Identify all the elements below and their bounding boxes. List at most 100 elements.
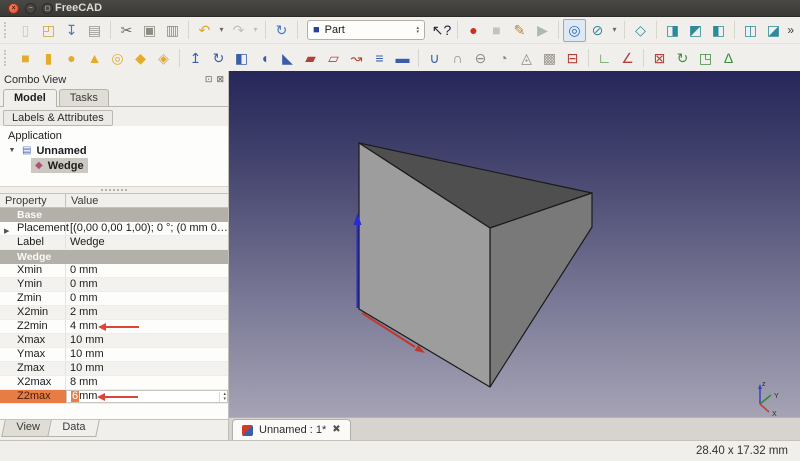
clear-measurement-icon[interactable]: ⊠ bbox=[648, 46, 671, 69]
3d-viewport[interactable]: z Y X bbox=[229, 71, 800, 417]
tree-item-unnamed[interactable]: ▼▤Unnamed bbox=[0, 143, 228, 158]
property-value[interactable]: 8 mm bbox=[66, 376, 228, 389]
tab-model[interactable]: Model bbox=[3, 89, 57, 107]
property-name[interactable]: Z2min bbox=[0, 320, 66, 333]
cone-icon[interactable]: ▲ bbox=[83, 46, 106, 69]
macro-stop-icon[interactable]: ■ bbox=[485, 19, 508, 42]
property-row-placement[interactable]: Placement▶[(0,00 0,00 1,00); 0 °; (0 mm … bbox=[0, 222, 228, 236]
refresh-icon[interactable]: ↻ bbox=[270, 19, 293, 42]
property-value[interactable]: [(0,00 0,00 1,00); 0 °; (0 mm 0 m... bbox=[66, 222, 228, 235]
close-panel-icon[interactable]: ⊠ bbox=[216, 75, 224, 84]
boolean-union-icon[interactable]: ∪ bbox=[423, 46, 446, 69]
property-name[interactable]: Zmin bbox=[0, 292, 66, 305]
box-icon[interactable]: ■ bbox=[14, 46, 37, 69]
property-row-label[interactable]: LabelWedge bbox=[0, 236, 228, 250]
boolean-common-icon[interactable]: ∩ bbox=[446, 46, 469, 69]
extrude-icon[interactable]: ↥ bbox=[184, 46, 207, 69]
workbench-selector[interactable]: ■Part▴▾ bbox=[307, 20, 425, 40]
property-column-header[interactable]: Property bbox=[0, 194, 66, 207]
mirror-icon[interactable]: ◧ bbox=[230, 46, 253, 69]
cross-sections-icon[interactable]: ⊟ bbox=[561, 46, 584, 69]
value-spinner[interactable]: ▴▾ bbox=[219, 392, 226, 402]
whats-this-icon[interactable]: ↖? bbox=[430, 19, 453, 42]
expander-icon[interactable]: ▼ bbox=[6, 147, 18, 154]
property-name[interactable]: Placement▶ bbox=[0, 222, 66, 235]
sweep-icon[interactable]: ↝ bbox=[345, 46, 368, 69]
property-name[interactable]: Zmax bbox=[0, 362, 66, 375]
undo-icon[interactable]: ↶ bbox=[193, 19, 216, 42]
save-icon[interactable]: ↧ bbox=[60, 19, 83, 42]
property-value[interactable]: 10 mm bbox=[66, 348, 228, 361]
boolean-cut-icon[interactable]: ⊖ bbox=[469, 46, 492, 69]
property-row-zmax[interactable]: Zmax10 mm bbox=[0, 362, 228, 376]
property-value[interactable]: 0 mm bbox=[66, 264, 228, 277]
workbench-selector-spinner[interactable]: ▴▾ bbox=[416, 26, 419, 34]
shape-builder-icon[interactable]: ◈ bbox=[152, 46, 175, 69]
create-primitives-icon[interactable]: ◆ bbox=[129, 46, 152, 69]
fillet-icon[interactable]: ◖ bbox=[253, 46, 276, 69]
tree-item-wedge[interactable]: ◆Wedge bbox=[0, 158, 228, 173]
property-name[interactable]: Ymin bbox=[0, 278, 66, 291]
revolve-icon[interactable]: ↻ bbox=[207, 46, 230, 69]
property-row-x2min[interactable]: X2min2 mm bbox=[0, 306, 228, 320]
tab-data-properties[interactable]: Data bbox=[47, 420, 100, 437]
defeaturing-icon[interactable]: ▩ bbox=[538, 46, 561, 69]
ruled-surface-icon[interactable]: ▰ bbox=[299, 46, 322, 69]
macro-edit-icon[interactable]: ✎ bbox=[508, 19, 531, 42]
property-value[interactable]: 0 mm bbox=[66, 292, 228, 305]
cut-icon[interactable]: ✂ bbox=[115, 19, 138, 42]
measure-angular-icon[interactable]: ∠ bbox=[616, 46, 639, 69]
open-document-icon[interactable]: ◰ bbox=[37, 19, 60, 42]
thickness-icon[interactable]: ▬ bbox=[391, 46, 414, 69]
tab-tasks[interactable]: Tasks bbox=[59, 89, 109, 106]
rear-view-icon[interactable]: ◫ bbox=[739, 19, 762, 42]
offset-icon[interactable]: ≡ bbox=[368, 46, 391, 69]
property-value[interactable]: 4 mm bbox=[66, 320, 228, 333]
window-close-button[interactable]: × bbox=[8, 3, 19, 14]
property-value[interactable]: 0 mm bbox=[66, 278, 228, 291]
property-row-ymax[interactable]: Ymax10 mm bbox=[0, 348, 228, 362]
section-icon[interactable]: ◔ bbox=[492, 46, 515, 69]
property-name[interactable]: Z2max bbox=[0, 390, 66, 403]
cylinder-icon[interactable]: ▮ bbox=[37, 46, 60, 69]
property-row-zmin[interactable]: Zmin0 mm bbox=[0, 292, 228, 306]
property-name[interactable]: Label bbox=[0, 236, 66, 249]
measure-linear-icon[interactable]: ∟ bbox=[593, 46, 616, 69]
document-tab-close-icon[interactable]: ✖ bbox=[332, 425, 340, 435]
property-row-xmax[interactable]: Xmax10 mm bbox=[0, 334, 228, 348]
torus-icon[interactable]: ◎ bbox=[106, 46, 129, 69]
copy-icon[interactable]: ▣ bbox=[138, 19, 161, 42]
macro-play-icon[interactable]: ▶ bbox=[531, 19, 554, 42]
window-maximize-button[interactable]: ◻ bbox=[42, 3, 53, 14]
draw-style-dropdown-icon[interactable]: ▾ bbox=[609, 19, 620, 42]
toolbar-extension-chevron[interactable]: » bbox=[787, 23, 797, 37]
property-name[interactable]: X2min bbox=[0, 306, 66, 319]
property-value[interactable]: 6 mm▴▾ bbox=[66, 390, 228, 403]
chamfer-icon[interactable]: ◣ bbox=[276, 46, 299, 69]
print-icon[interactable]: ▤ bbox=[83, 19, 106, 42]
bottom-view-icon[interactable]: ◪ bbox=[762, 19, 785, 42]
paste-icon[interactable]: ▥ bbox=[161, 19, 184, 42]
value-column-header[interactable]: Value bbox=[66, 194, 228, 207]
property-value[interactable]: 2 mm bbox=[66, 306, 228, 319]
property-name[interactable]: Ymax bbox=[0, 348, 66, 361]
redo-icon[interactable]: ↷ bbox=[227, 19, 250, 42]
document-tab[interactable]: Unnamed : 1* ✖ bbox=[232, 419, 351, 440]
labels-attributes-header[interactable]: Labels & Attributes bbox=[3, 110, 113, 126]
front-view-icon[interactable]: ◨ bbox=[661, 19, 684, 42]
float-panel-icon[interactable]: ⊡ bbox=[205, 75, 213, 84]
redo-dropdown-icon[interactable]: ▾ bbox=[250, 19, 261, 42]
axonometric-view-icon[interactable]: ◇ bbox=[629, 19, 652, 42]
toggle-measurement-delta-icon[interactable]: Δ bbox=[717, 46, 740, 69]
property-row-z2max[interactable]: Z2max6 mm▴▾ bbox=[0, 390, 228, 404]
window-minimize-button[interactable]: − bbox=[25, 3, 36, 14]
toolbar-handle[interactable] bbox=[4, 22, 10, 38]
tree-item-application[interactable]: Application bbox=[0, 128, 228, 143]
macro-record-icon[interactable]: ● bbox=[462, 19, 485, 42]
top-view-icon[interactable]: ◩ bbox=[684, 19, 707, 42]
property-name[interactable]: Xmax bbox=[0, 334, 66, 347]
fit-all-icon[interactable]: ◎ bbox=[563, 19, 586, 42]
tab-view-properties[interactable]: View bbox=[1, 420, 54, 437]
property-value[interactable]: 10 mm bbox=[66, 362, 228, 375]
property-value[interactable]: Wedge bbox=[66, 236, 228, 249]
